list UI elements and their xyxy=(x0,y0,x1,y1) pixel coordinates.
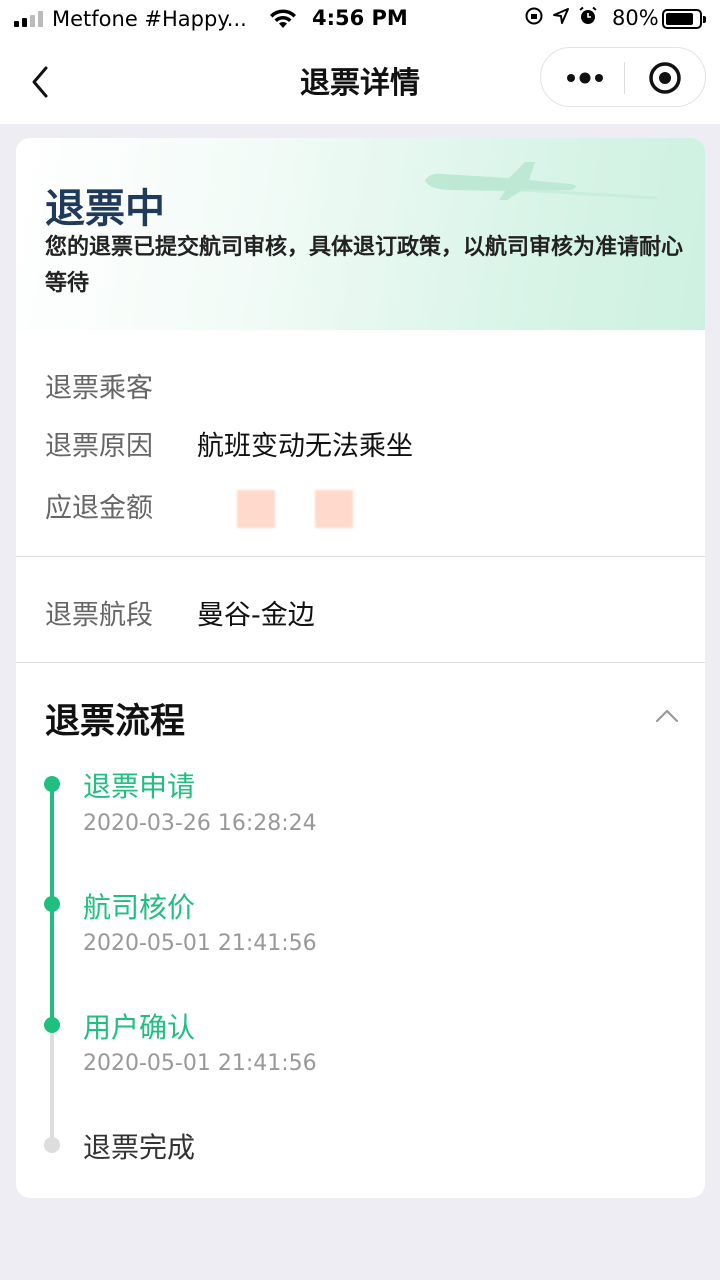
wifi-icon xyxy=(270,9,296,28)
process-title: 退票流程 xyxy=(45,702,186,742)
segment-value: 曼谷-金边 xyxy=(197,600,315,631)
alarm-icon xyxy=(579,6,597,24)
amount-label: 应退金额 xyxy=(45,493,153,524)
timeline-dot xyxy=(44,776,60,792)
passenger-label: 退票乘客 xyxy=(45,373,153,404)
status-description: 您的退票已提交航司审核，具体退订政策，以航司审核为准请耐心等待 xyxy=(45,235,684,296)
timeline-dot xyxy=(44,1017,60,1033)
step-time: 2020-05-01 21:41:56 xyxy=(83,1051,317,1076)
battery-icon xyxy=(662,9,706,29)
passenger-row: 退票乘客 xyxy=(45,366,197,405)
capsule-divider xyxy=(624,62,625,94)
divider xyxy=(16,556,705,557)
reason-value: 航班变动无法乘坐 xyxy=(197,431,413,462)
nav-bar: 退票详情 xyxy=(0,40,720,124)
airplane-icon xyxy=(425,162,658,200)
segment-label: 退票航段 xyxy=(45,600,153,631)
status-title: 退票中 xyxy=(45,186,165,232)
chevron-up-icon[interactable] xyxy=(654,706,680,724)
orientation-lock-icon xyxy=(525,7,543,25)
step-title: 航司核价 xyxy=(83,891,196,924)
divider xyxy=(16,662,705,663)
status-bar: Metfone #Happy... 4:56 PM 80% xyxy=(0,0,720,40)
timeline-dot xyxy=(44,1137,60,1153)
amount-row: 应退金额 xyxy=(45,486,353,528)
location-icon xyxy=(553,8,569,24)
close-target-icon[interactable] xyxy=(648,61,682,95)
segment-row: 退票航段 曼谷-金边 xyxy=(45,593,315,632)
step-title: 退票申请 xyxy=(83,770,196,803)
step-title: 退票完成 xyxy=(83,1131,196,1164)
refund-detail-card: 退票中 您的退票已提交航司审核，具体退订政策，以航司审核为准请耐心等待 退票乘客… xyxy=(16,138,705,1198)
reason-row: 退票原因 航班变动无法乘坐 xyxy=(45,424,413,463)
amount-value-redacted xyxy=(237,490,353,528)
status-header: 退票中 您的退票已提交航司审核，具体退订政策，以航司审核为准请耐心等待 xyxy=(16,138,705,330)
clock-time: 4:56 PM xyxy=(312,6,408,30)
step-title: 用户确认 xyxy=(83,1011,196,1044)
battery-percent: 80% xyxy=(612,6,659,30)
timeline-dot xyxy=(44,896,60,912)
signal-icon xyxy=(14,11,43,27)
reason-label: 退票原因 xyxy=(45,431,153,462)
more-dots-icon[interactable] xyxy=(565,69,605,87)
miniprogram-capsule xyxy=(540,47,706,107)
timeline-line-pending xyxy=(50,1029,54,1144)
step-time: 2020-05-01 21:41:56 xyxy=(83,931,317,956)
step-time: 2020-03-26 16:28:24 xyxy=(83,811,317,836)
carrier-name: Metfone #Happy... xyxy=(52,7,247,31)
